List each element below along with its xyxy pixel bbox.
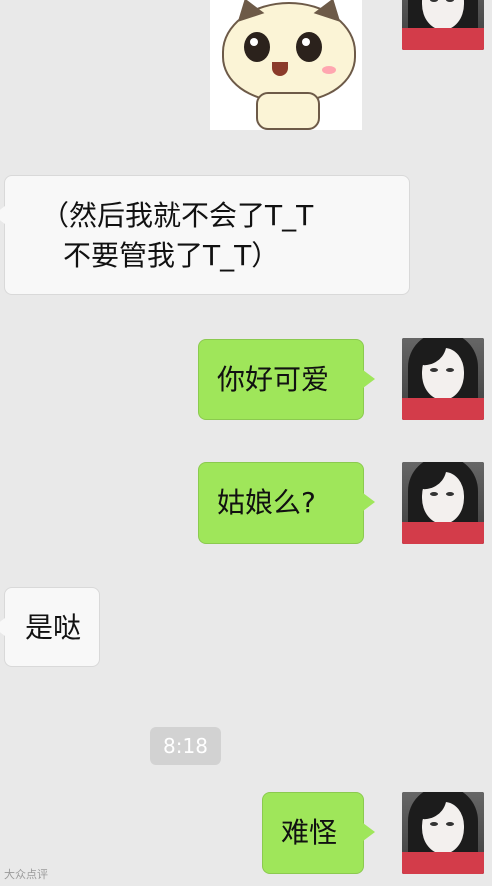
user-avatar[interactable] (402, 462, 484, 544)
message-text: 难怪 (281, 816, 338, 849)
watermark: 大众点评 (4, 868, 48, 881)
avatar-eye (430, 822, 438, 826)
user-avatar[interactable] (402, 338, 484, 420)
outgoing-message-bubble[interactable]: 姑娘么? (198, 462, 375, 544)
message-text: 是哒 (25, 611, 82, 644)
message-line: （然后我就不会了T_T (41, 199, 314, 232)
avatar-shirt (402, 398, 484, 420)
cat-head (222, 0, 356, 102)
outgoing-message-bubble[interactable]: 你好可爱 (198, 339, 375, 420)
avatar-eye (446, 368, 454, 372)
eye-glint (302, 38, 310, 46)
cat-body (256, 92, 320, 130)
user-avatar[interactable] (402, 0, 484, 50)
avatar-shirt (402, 852, 484, 874)
message-text: 姑娘么? (217, 486, 316, 519)
cat-sticker-message[interactable] (210, 0, 362, 130)
avatar-eye (430, 492, 438, 496)
incoming-message-bubble[interactable]: （然后我就不会了T_T 不要管我了T_T） (0, 175, 410, 295)
avatar-eye (446, 492, 454, 496)
cat-eye (244, 32, 270, 62)
cat-ear (313, 0, 347, 22)
timestamp-badge: 8:18 (150, 727, 221, 765)
avatar-shirt (402, 28, 484, 50)
message-line: 不要管我了T_T） (63, 239, 280, 272)
outgoing-message-bubble[interactable]: 难怪 (262, 792, 375, 874)
incoming-message-bubble[interactable]: 是哒 (0, 587, 100, 667)
cat-eye (296, 32, 322, 62)
avatar-eye (446, 822, 454, 826)
user-avatar[interactable] (402, 792, 484, 874)
chat-thread[interactable]: （然后我就不会了T_T 不要管我了T_T） 你好可爱 姑娘么? 是哒 8:18 … (0, 0, 492, 886)
avatar-eye (430, 368, 438, 372)
eye-glint (250, 38, 258, 46)
avatar-shirt (402, 522, 484, 544)
cat-cheek (322, 66, 336, 74)
cat-ear (231, 0, 265, 22)
message-text: 你好可爱 (217, 363, 330, 396)
cat-mouth (272, 62, 288, 76)
